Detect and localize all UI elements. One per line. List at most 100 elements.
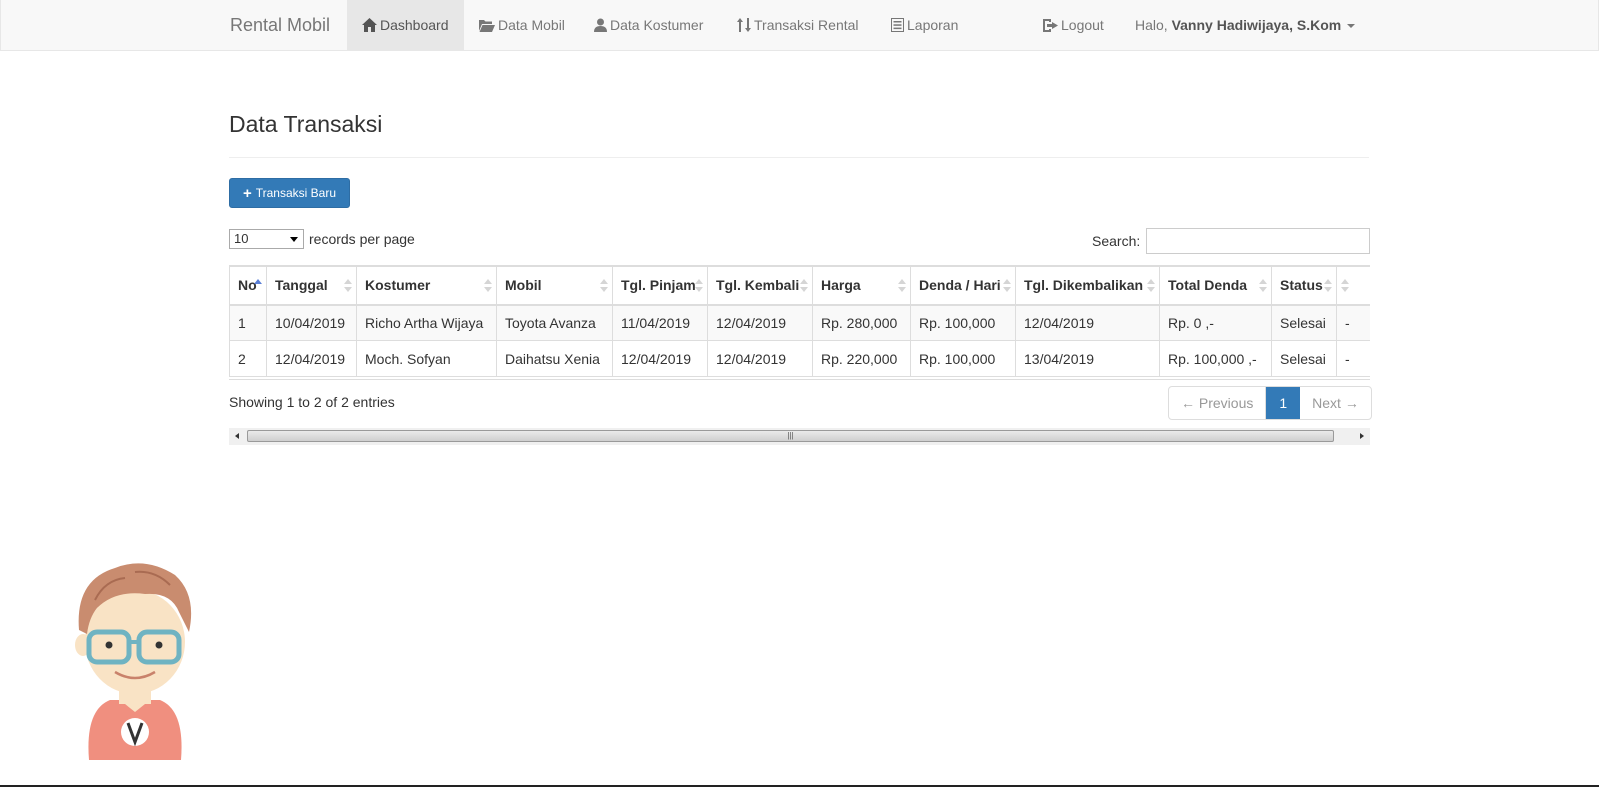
logout-link[interactable]: Logout	[1028, 0, 1119, 50]
horizontal-scrollbar[interactable]: |||	[229, 428, 1370, 445]
folder-open-icon	[479, 20, 495, 32]
table-cell: Toyota Avanza	[496, 304, 613, 341]
sort-icon	[484, 279, 492, 293]
table-cell: 10/04/2019	[266, 304, 357, 341]
col-header-label: Kostumer	[365, 277, 431, 294]
page-length-label: records per page	[309, 231, 415, 247]
nav-dashboard[interactable]: Dashboard	[347, 0, 464, 50]
col-header-no[interactable]: No	[229, 266, 267, 306]
nav-data-kostumer[interactable]: Data Kostumer	[579, 0, 718, 50]
transactions-table: No Tanggal Kostumer Mobil Tgl. Pinjam Tg…	[229, 266, 1370, 377]
search-label: Search:	[1092, 233, 1141, 249]
logout-label: Logout	[1061, 17, 1104, 33]
user-name: Vanny Hadiwijaya, S.Kom	[1171, 17, 1342, 33]
col-header-action[interactable]	[1336, 266, 1370, 306]
sort-arrows-icon	[737, 18, 751, 32]
transactions-table-wrapper: No Tanggal Kostumer Mobil Tgl. Pinjam Tg…	[229, 265, 1370, 380]
scroll-left-icon[interactable]	[235, 433, 239, 439]
table-cell: 13/04/2019	[1015, 340, 1160, 377]
nav-data-mobil[interactable]: Data Mobil	[464, 0, 580, 50]
logout-icon	[1043, 19, 1058, 32]
user-icon	[594, 18, 607, 32]
table-header-row: No Tanggal Kostumer Mobil Tgl. Pinjam Tg…	[229, 266, 1370, 306]
table-cell: Rp. 100,000	[910, 340, 1016, 377]
table-cell: Rp. 280,000	[812, 304, 911, 341]
table-cell: 12/04/2019	[612, 340, 708, 377]
search-input[interactable]	[1146, 228, 1370, 254]
scrollbar-thumb[interactable]: |||	[247, 430, 1334, 442]
table-cell: Moch. Sofyan	[356, 340, 497, 377]
nav-laporan-label: Laporan	[907, 17, 959, 33]
table-row: 1 10/04/2019 Richo Artha Wijaya Toyota A…	[229, 304, 1370, 341]
next-page-button[interactable]: Next →	[1300, 387, 1371, 419]
title-divider	[229, 157, 1369, 158]
col-header-status[interactable]: Status	[1271, 266, 1337, 306]
new-transaction-label: Transaksi Baru	[255, 186, 336, 200]
table-cell: 12/04/2019	[707, 340, 813, 377]
avatar-mascot	[75, 563, 192, 760]
sort-icon	[1147, 279, 1155, 293]
col-header-harga[interactable]: Harga	[812, 266, 911, 306]
user-dropdown[interactable]: Halo, Vanny Hadiwijaya, S.Kom	[1120, 0, 1370, 50]
greeting-text: Halo,	[1135, 17, 1168, 33]
table-cell: 2	[229, 340, 267, 377]
table-cell: Selesai	[1271, 304, 1337, 341]
col-header-tgl-kembali[interactable]: Tgl. Kembali	[707, 266, 813, 306]
table-cell: 11/04/2019	[612, 304, 708, 341]
plus-icon: +	[242, 185, 252, 202]
table-cell: Rp. 0 ,-	[1159, 304, 1272, 341]
brand-link[interactable]: Rental Mobil	[230, 15, 330, 36]
table-row: 2 12/04/2019 Moch. Sofyan Daihatsu Xenia…	[229, 340, 1370, 377]
page-length-select[interactable]: 10	[229, 229, 304, 249]
dropdown-arrow-icon	[290, 237, 298, 242]
sort-icon	[1003, 279, 1011, 293]
table-cell: Daihatsu Xenia	[496, 340, 613, 377]
table-cell: -	[1336, 340, 1370, 377]
col-header-label: Tgl. Pinjam	[621, 277, 696, 294]
table-cell: Rp. 100,000	[910, 304, 1016, 341]
col-header-label: Tgl. Dikembalikan	[1024, 277, 1144, 294]
sort-icon	[1259, 279, 1267, 293]
col-header-mobil[interactable]: Mobil	[496, 266, 613, 306]
col-header-label: Tanggal	[275, 277, 328, 294]
col-header-label: Status	[1280, 277, 1323, 294]
sort-icon	[600, 279, 608, 293]
table-cell: Rp. 100,000 ,-	[1159, 340, 1272, 377]
page-title: Data Transaksi	[229, 111, 383, 137]
entries-info: Showing 1 to 2 of 2 entries	[229, 394, 395, 410]
table-cell: 12/04/2019	[1015, 304, 1160, 341]
nav-transaksi-rental[interactable]: Transaksi Rental	[722, 0, 874, 50]
col-header-total-denda[interactable]: Total Denda	[1159, 266, 1272, 306]
pagination: ← Previous 1 Next →	[1168, 386, 1372, 420]
sort-asc-icon	[254, 279, 262, 293]
sort-icon	[1341, 279, 1349, 293]
sort-icon	[344, 279, 352, 293]
nav-laporan[interactable]: Laporan	[876, 0, 973, 50]
col-header-kostumer[interactable]: Kostumer	[356, 266, 497, 306]
nav-transaksi-rental-label: Transaksi Rental	[754, 17, 859, 33]
table-cell: 1	[229, 304, 267, 341]
new-transaction-button[interactable]: + Transaksi Baru	[229, 178, 350, 208]
col-header-tgl-pinjam[interactable]: Tgl. Pinjam	[612, 266, 708, 306]
sort-icon	[1324, 279, 1332, 293]
col-header-tgl-dikembalikan[interactable]: Tgl. Dikembalikan	[1015, 266, 1160, 306]
sort-icon	[898, 279, 906, 293]
col-header-label: Harga	[821, 277, 861, 294]
table-cell: Rp. 220,000	[812, 340, 911, 377]
scroll-right-icon[interactable]	[1360, 433, 1364, 439]
table-cell: 12/04/2019	[266, 340, 357, 377]
col-header-label: Tgl. Kembali	[716, 277, 800, 294]
page-length-value: 10	[234, 231, 249, 246]
previous-page-button[interactable]: ← Previous	[1169, 387, 1267, 419]
chevron-down-icon	[1347, 24, 1356, 28]
nav-data-mobil-label: Data Mobil	[498, 17, 565, 33]
page-1-button[interactable]: 1	[1266, 387, 1301, 419]
col-header-tanggal[interactable]: Tanggal	[266, 266, 357, 306]
table-cell: -	[1336, 304, 1370, 341]
sort-icon	[800, 279, 808, 293]
home-icon	[362, 18, 377, 32]
nav-dashboard-label: Dashboard	[380, 17, 449, 33]
list-alt-icon	[891, 18, 904, 32]
col-header-label: Denda / Hari	[919, 277, 1001, 294]
col-header-denda-hari[interactable]: Denda / Hari	[910, 266, 1016, 306]
